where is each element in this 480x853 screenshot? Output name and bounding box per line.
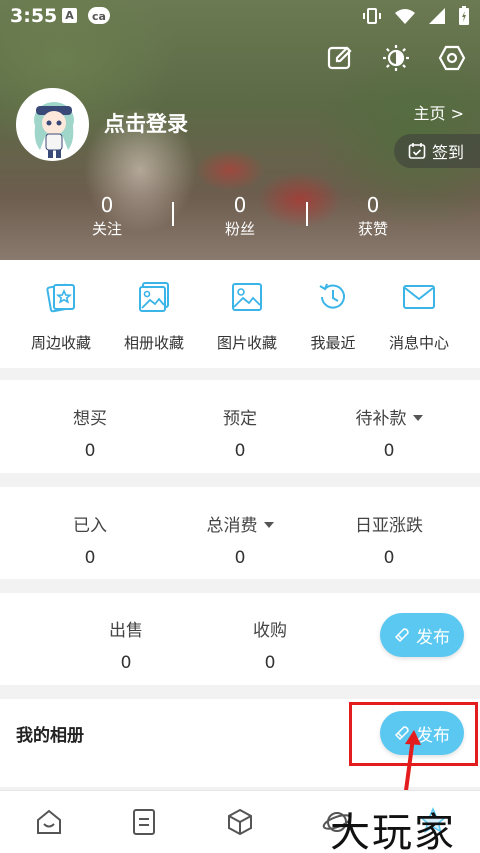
cell-title: 想买 (73, 409, 107, 429)
cell-title: 预定 (223, 409, 257, 429)
status-right (362, 6, 470, 26)
signal-icon (429, 8, 445, 24)
card-star-icon (46, 283, 75, 313)
stat-value: 0 (100, 193, 114, 217)
header-actions (326, 44, 466, 72)
cell-value: 0 (84, 441, 96, 461)
caret-down-icon (412, 414, 423, 421)
order-reserved[interactable]: 预定 0 (180, 404, 300, 461)
cell-value: 0 (84, 548, 96, 568)
profile-header: 3:55 A ca 点击登录 主页 > 签到 0 关注 0 粉丝 0 获赞 (0, 0, 480, 260)
quick-album-collection[interactable]: 相册收藏 (106, 280, 202, 353)
quick-actions: 周边收藏 相册收藏 图片收藏 我最近 消息中心 (0, 260, 480, 368)
spending-card: 已入 0 总消费 0 日亚涨跌 0 (0, 487, 480, 579)
album-icon (139, 282, 169, 312)
notification-a-icon: A (62, 8, 77, 23)
cell-title: 已入 (73, 516, 107, 536)
quick-label: 我最近 (310, 334, 356, 352)
image-icon (232, 283, 262, 311)
cell-value: 0 (264, 653, 276, 673)
trade-card: 出售 0 收购 0 发布 (0, 593, 480, 685)
home-tab-icon[interactable] (34, 807, 64, 837)
order-pending-payment[interactable]: 待补款 0 (329, 404, 449, 461)
vibrate-icon (363, 8, 381, 24)
edit-icon[interactable] (326, 44, 354, 72)
order-total-spent[interactable]: 总消费 0 (180, 511, 300, 568)
quick-merch-collection[interactable]: 周边收藏 (13, 280, 109, 353)
battery-icon (459, 6, 469, 25)
caret-down-icon (263, 521, 274, 528)
cell-value: 0 (234, 548, 246, 568)
cell-title: 总消费 (206, 516, 258, 536)
home-link[interactable]: 主页 > (414, 100, 465, 124)
order-owned[interactable]: 已入 0 (30, 511, 150, 568)
status-time: 3:55 (10, 5, 58, 27)
quick-label: 图片收藏 (216, 334, 277, 352)
quick-label: 相册收藏 (123, 334, 184, 352)
stat-label: 粉丝 (224, 220, 255, 238)
wishlist-card: 想买 0 预定 0 待补款 0 (0, 380, 480, 473)
checkin-label: 签到 (432, 143, 465, 162)
quick-image-collection[interactable]: 图片收藏 (199, 280, 295, 353)
rocket-icon (394, 628, 409, 643)
stat-value: 0 (366, 193, 380, 217)
login-button[interactable]: 点击登录 (104, 108, 188, 138)
trade-buy[interactable]: 收购 0 (210, 616, 330, 673)
checkin-button[interactable]: 签到 (394, 134, 480, 168)
watermark-logo: 大玩家 (330, 810, 456, 853)
stat-following[interactable]: 0 关注 (57, 192, 157, 240)
notification-app-icon: ca (88, 7, 110, 24)
status-bar: 3:55 A ca (0, 0, 480, 32)
cube-tab-icon[interactable] (225, 807, 255, 837)
trade-sell[interactable]: 出售 0 (66, 616, 186, 673)
trade-publish-button[interactable]: 发布 (380, 613, 464, 657)
stat-label: 获赞 (357, 220, 388, 238)
quick-recent[interactable]: 我最近 (285, 280, 381, 353)
wifi-icon (395, 9, 415, 24)
stat-followers[interactable]: 0 粉丝 (190, 192, 290, 240)
cell-value: 0 (383, 441, 395, 461)
stat-label: 关注 (91, 220, 122, 238)
cell-value: 0 (234, 441, 246, 461)
order-want-buy[interactable]: 想买 0 (30, 404, 150, 461)
stat-divider (172, 202, 174, 226)
settings-icon[interactable] (438, 44, 466, 72)
album-title: 我的相册 (16, 726, 84, 746)
notes-tab-icon[interactable] (129, 807, 159, 837)
theme-icon[interactable] (382, 44, 410, 72)
quick-messages[interactable]: 消息中心 (371, 280, 467, 353)
order-jp-price-change[interactable]: 日亚涨跌 0 (329, 511, 449, 568)
cell-value: 0 (120, 653, 132, 673)
avatar-image (18, 90, 87, 159)
cell-title: 收购 (253, 621, 287, 641)
quick-label: 消息中心 (388, 334, 449, 352)
history-icon (319, 283, 345, 309)
stat-divider (306, 202, 308, 226)
stat-value: 0 (233, 193, 247, 217)
quick-label: 周边收藏 (30, 334, 91, 352)
stat-likes[interactable]: 0 获赞 (323, 192, 423, 240)
cell-title: 日亚涨跌 (355, 516, 423, 536)
avatar[interactable] (16, 88, 89, 161)
cell-value: 0 (383, 548, 395, 568)
publish-label: 发布 (416, 627, 450, 648)
svg-text:ca: ca (92, 10, 106, 23)
calendar-check-icon (408, 143, 426, 159)
cell-title: 待补款 (355, 409, 407, 429)
cell-title: 出售 (109, 621, 143, 641)
mail-icon (403, 285, 435, 309)
